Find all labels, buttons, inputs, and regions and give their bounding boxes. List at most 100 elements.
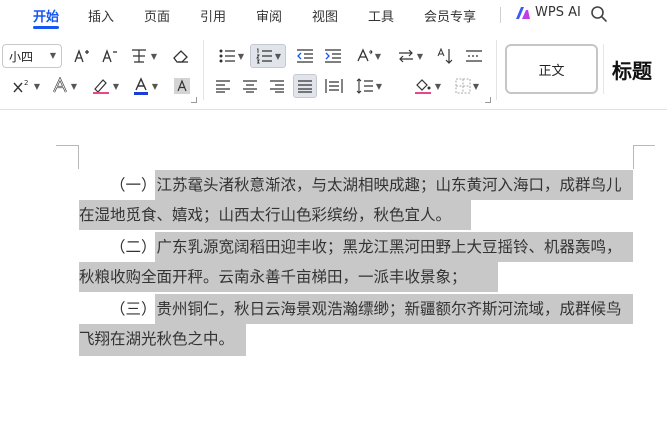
show-marks-icon xyxy=(466,50,482,62)
bullet-list-button[interactable]: ▼ xyxy=(214,44,248,68)
style-normal-label: 正文 xyxy=(538,63,565,79)
align-right-button[interactable] xyxy=(266,74,288,98)
menu-tab-insert[interactable]: 插入 xyxy=(88,6,114,25)
font-color-icon xyxy=(133,77,148,95)
chevron-down-icon: ▼ xyxy=(374,51,382,61)
highlight-button[interactable]: ▼ xyxy=(88,74,122,98)
crop-mark xyxy=(633,145,634,169)
swap-arrows-icon xyxy=(398,49,413,63)
active-tab-indicator xyxy=(33,26,59,29)
chevron-down-icon: ▼ xyxy=(237,51,245,61)
chevron-down-icon: ▼ xyxy=(274,51,282,61)
wps-ai-label: WPS AI xyxy=(535,5,581,20)
paragraph-1-line-2[interactable]: 在湿地觅食、嬉戏；山西太行山色彩缤纷，秋色宜人。 xyxy=(79,200,451,230)
align-left-button[interactable] xyxy=(212,74,234,98)
grow-font-button[interactable] xyxy=(72,44,92,68)
document-page[interactable]: （一）江苏鼋头渚秋意渐浓，与太湖相映成趣；山东黄河入海口，成群鸟儿 在湿地觅食、… xyxy=(0,110,667,425)
distributed-align-icon xyxy=(325,79,343,93)
paragraph-2-line-2[interactable]: 秋粮收购全面开秤。云南永善千亩梯田，一派丰收景象； xyxy=(79,262,467,292)
text-direction-button[interactable]: ▼ xyxy=(352,44,384,68)
menu-tab-review[interactable]: 审阅 xyxy=(256,6,282,25)
swap-direction-button[interactable]: ▼ xyxy=(394,44,426,68)
sort-icon xyxy=(437,48,453,64)
chevron-down-icon: ▼ xyxy=(49,51,56,60)
paint-bucket-icon xyxy=(414,79,431,94)
paragraph-dialog-launcher-icon[interactable] xyxy=(485,97,491,103)
superscript-icon: 2 xyxy=(13,79,28,93)
sort-button[interactable] xyxy=(434,44,456,68)
chevron-down-icon: ▼ xyxy=(151,81,159,91)
show-marks-button[interactable] xyxy=(462,44,486,68)
increase-indent-button[interactable] xyxy=(322,44,344,68)
search-icon[interactable] xyxy=(590,5,608,23)
shrink-font-button[interactable] xyxy=(100,44,120,68)
line-spacing-icon xyxy=(356,78,373,94)
chevron-down-icon: ▼ xyxy=(434,81,442,91)
style-heading-label: 标题 xyxy=(612,59,652,83)
style-heading[interactable]: 标题 xyxy=(612,55,652,84)
style-normal[interactable]: 正文 xyxy=(505,44,598,94)
toolbar-divider xyxy=(203,40,204,100)
align-center-button[interactable] xyxy=(239,74,261,98)
menu-tab-home[interactable]: 开始 xyxy=(33,6,59,25)
text-effect-button[interactable]: ▼ xyxy=(48,74,80,98)
menu-bar: 开始 插入 页面 引用 审阅 视图 工具 会员专享 WPS AI xyxy=(0,0,667,30)
borders-icon xyxy=(455,78,471,94)
svg-text:2: 2 xyxy=(24,79,28,87)
highlighter-icon xyxy=(92,79,109,94)
menu-tab-page[interactable]: 页面 xyxy=(144,6,170,25)
crop-mark xyxy=(78,145,79,169)
ribbon-toolbar: 小四 ▼ ▼ 2 ▼ ▼ ▼ ▼ ▼ ▼ ▼ ▼ ▼ ▼ ▼ 正文 标题 xyxy=(0,30,667,110)
paragraph-1-line-1[interactable]: （一）江苏鼋头渚秋意渐浓，与太湖相映成趣；山东黄河入海口，成群鸟儿 xyxy=(110,170,622,200)
numbered-list-button[interactable]: ▼ xyxy=(250,44,286,68)
superscript-button[interactable]: 2 ▼ xyxy=(10,74,42,98)
bullet-list-icon xyxy=(219,49,235,63)
font-size-select[interactable]: 小四 ▼ xyxy=(2,44,62,68)
align-right-icon xyxy=(270,80,284,93)
chevron-down-icon: ▼ xyxy=(150,51,158,61)
align-left-icon xyxy=(216,80,230,93)
wps-ai-button[interactable]: WPS AI xyxy=(515,5,581,20)
paragraph-2-line-1[interactable]: （二）广东乳源宽阔稻田迎丰收；黑龙江黑河田野上大豆摇铃、机器轰鸣， xyxy=(110,232,622,262)
menu-tab-view[interactable]: 视图 xyxy=(312,6,338,25)
grow-font-icon xyxy=(74,49,89,63)
justify-icon xyxy=(298,80,312,93)
chevron-down-icon: ▼ xyxy=(70,81,78,91)
crop-mark xyxy=(56,145,78,146)
shrink-font-icon xyxy=(102,49,117,63)
phonetic-guide-icon xyxy=(131,49,146,63)
paragraph-3-line-1[interactable]: （三）贵州铜仁，秋日云海景观浩瀚缥缈；新疆额尔齐斯河流域，成群候鸟 xyxy=(110,294,622,324)
chevron-down-icon: ▼ xyxy=(416,51,424,61)
wps-ai-icon xyxy=(516,6,530,19)
character-shading-button[interactable] xyxy=(172,74,192,98)
style-gallery-divider xyxy=(603,44,604,94)
font-color-button[interactable]: ▼ xyxy=(128,74,162,98)
menu-tab-member[interactable]: 会员专享 xyxy=(424,6,476,25)
phonetic-guide-button[interactable]: ▼ xyxy=(128,44,158,68)
numbered-list-icon xyxy=(256,48,272,64)
menu-tab-tools[interactable]: 工具 xyxy=(368,6,394,25)
eraser-icon xyxy=(173,50,188,63)
distributed-align-button[interactable] xyxy=(322,74,346,98)
font-dialog-launcher-icon[interactable] xyxy=(191,97,197,103)
borders-button[interactable]: ▼ xyxy=(450,74,484,98)
increase-indent-icon xyxy=(325,49,341,63)
paragraph-3-line-2[interactable]: 飞翔在湖光秋色之中。 xyxy=(79,324,234,354)
align-center-icon xyxy=(243,80,257,93)
shading-button[interactable]: ▼ xyxy=(410,74,444,98)
chevron-down-icon: ▼ xyxy=(472,81,480,91)
menu-tab-references[interactable]: 引用 xyxy=(200,6,226,25)
font-size-value: 小四 xyxy=(9,49,34,64)
chevron-down-icon: ▼ xyxy=(375,81,383,91)
text-direction-icon xyxy=(357,48,373,62)
decrease-indent-icon xyxy=(297,49,313,63)
clear-format-button[interactable] xyxy=(170,44,192,68)
decrease-indent-button[interactable] xyxy=(294,44,316,68)
justify-button[interactable] xyxy=(293,74,317,98)
text-effect-icon xyxy=(52,77,67,93)
toolbar-divider xyxy=(496,40,497,100)
line-spacing-button[interactable]: ▼ xyxy=(352,74,386,98)
crop-mark xyxy=(633,145,655,146)
character-shading-icon xyxy=(174,78,190,94)
chevron-down-icon: ▼ xyxy=(33,81,41,91)
